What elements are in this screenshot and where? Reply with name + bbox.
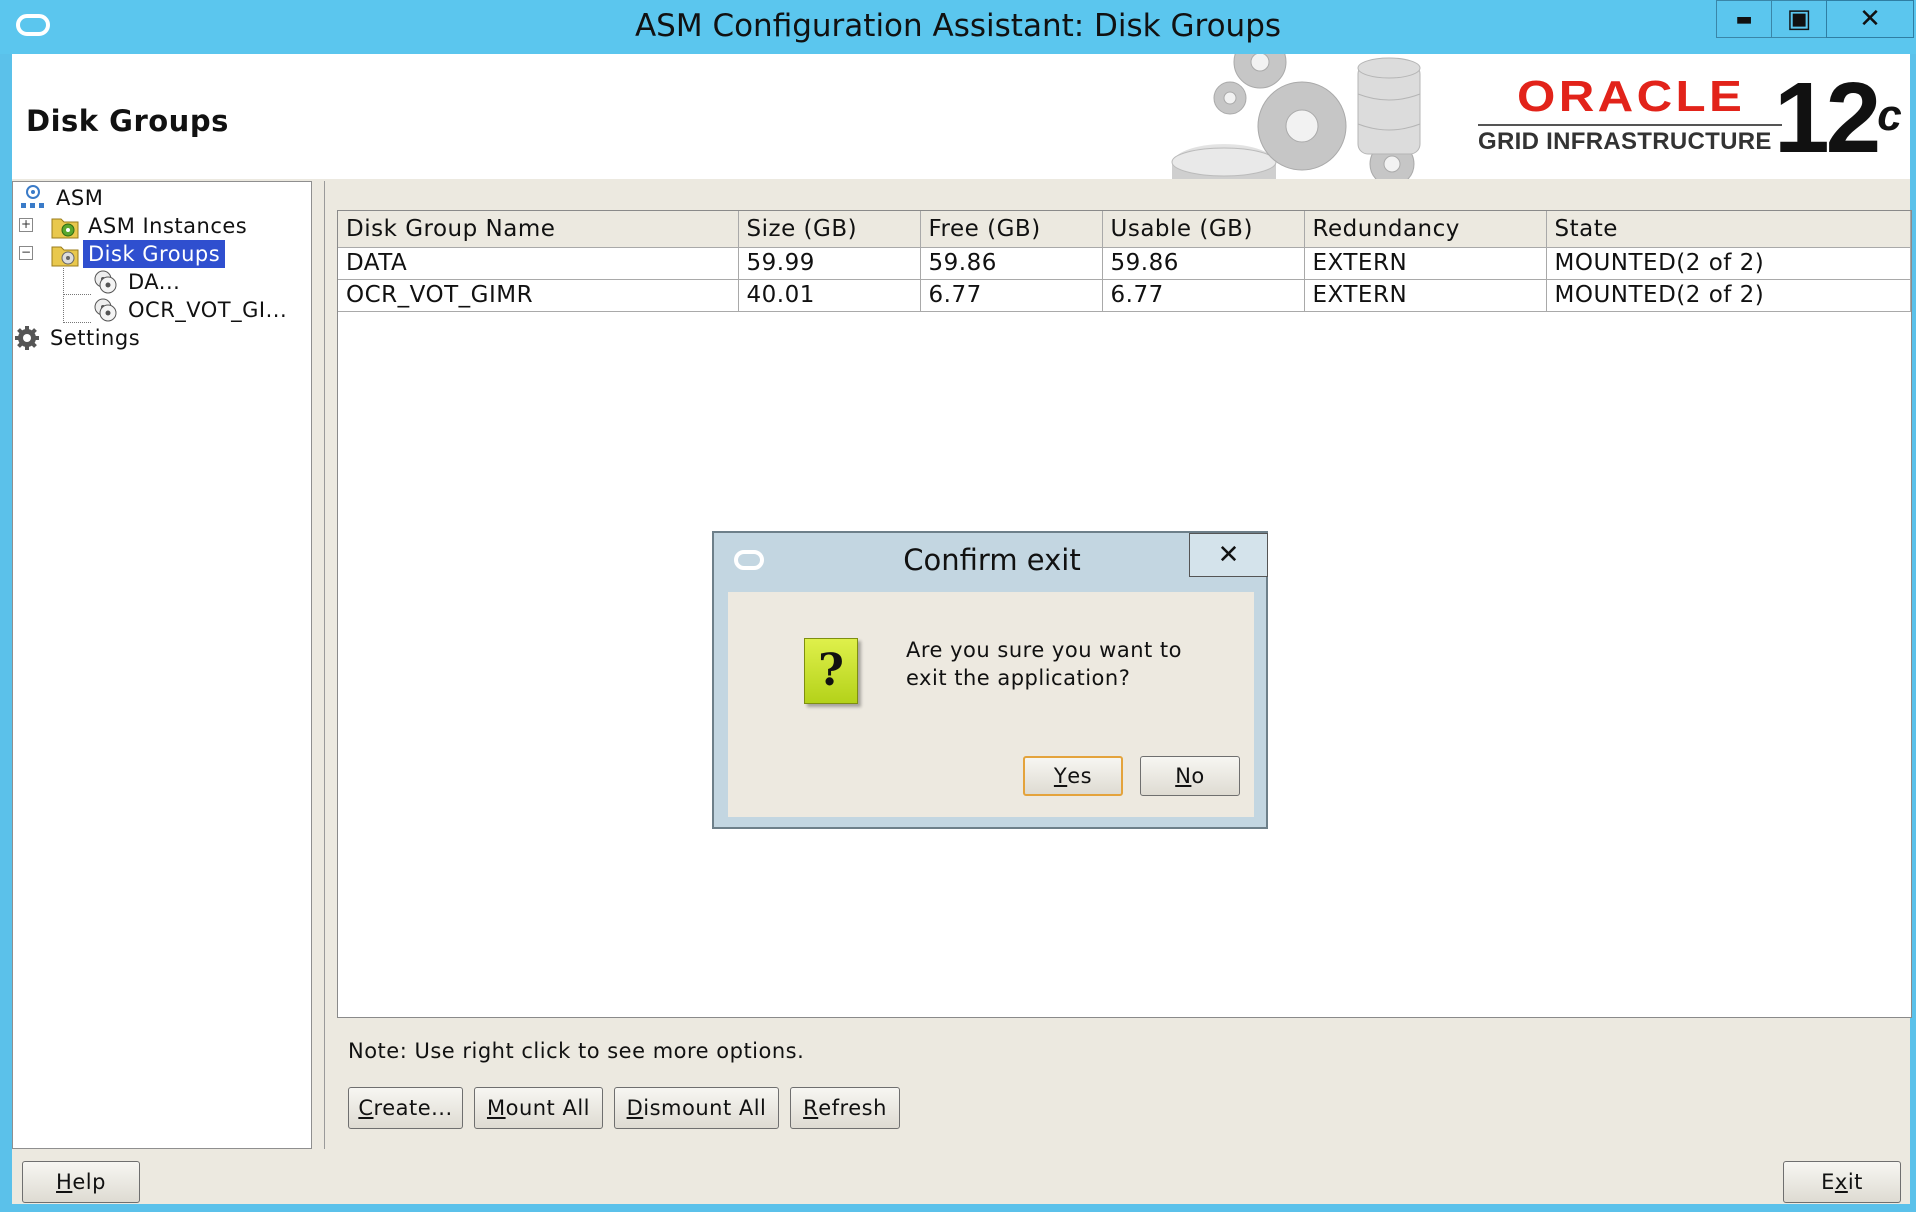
folder-disk-icon [51,246,79,267]
button-label: o [1191,764,1205,788]
table-cell: EXTERN [1304,247,1547,280]
version-number: 12 [1774,62,1881,174]
column-header[interactable]: State [1546,211,1911,248]
button-label: elp [72,1170,106,1194]
close-icon: ✕ [1859,4,1881,34]
close-icon: ✕ [1217,540,1240,570]
table-cell: 6.77 [920,279,1103,312]
button-label: ount All [505,1096,591,1120]
column-header[interactable]: Free (GB) [920,211,1103,248]
table-cell: 59.86 [1102,247,1305,280]
table-cell: 6.77 [1102,279,1305,312]
gear-icon [15,326,39,350]
dialog-close-button[interactable]: ✕ [1189,533,1268,577]
minimize-icon: ▬ [1735,8,1753,30]
table-cell: MOUNTED(2 of 2) [1546,247,1911,280]
mnemonic: C [358,1096,374,1120]
help-button[interactable]: Help [22,1161,140,1203]
tree-item-label: OCR_VOT_GI... [128,298,288,322]
button-label: ismount All [643,1096,767,1120]
maximize-button[interactable]: ▣ [1771,0,1827,38]
title-bar: ASM Configuration Assistant: Disk Groups… [0,0,1916,54]
asm-cluster-icon [21,185,44,208]
mnemonic: D [626,1096,644,1120]
confirm-exit-dialog: Confirm exit ✕ ? Are you sure you want t… [712,531,1268,829]
mnemonic: H [56,1170,73,1194]
header-banner: Disk Groups ORACLE GRID INFRASTRUCTURE 1… [12,54,1910,179]
table-cell: OCR_VOT_GIMR [338,279,739,312]
minimize-button[interactable]: ▬ [1716,0,1772,38]
collapse-icon[interactable]: − [19,246,33,260]
table-cell: DATA [338,247,739,280]
button-label: es [1067,764,1093,788]
button-label: E [1821,1170,1835,1194]
product-name: GRID INFRASTRUCTURE [1478,128,1772,155]
table-row[interactable]: DATA 59.99 59.86 59.86 EXTERN MOUNTED(2 … [338,247,1911,280]
column-header[interactable]: Usable (GB) [1102,211,1305,248]
version-badge: 12c [1774,68,1902,168]
exit-button[interactable]: Ex it [1783,1161,1901,1203]
mount-all-button[interactable]: Mount All [474,1087,603,1129]
table-cell: EXTERN [1304,279,1547,312]
mnemonic: M [486,1096,506,1120]
disk-group-icon [94,298,117,322]
main-window: Disk Groups ORACLE GRID INFRASTRUCTURE 1… [12,54,1912,1204]
logo-divider [1478,124,1782,126]
tree-item-label: Disk Groups [83,240,226,268]
tree-item-settings[interactable]: Settings [13,322,145,354]
column-header[interactable]: Size (GB) [738,211,921,248]
tree-item-label: ASM [56,186,104,210]
tree-connector [63,294,91,295]
page-title: Disk Groups [26,104,229,138]
table-row[interactable]: OCR_VOT_GIMR 40.01 6.77 6.77 EXTERN MOUN… [338,279,1911,312]
table-cell: 40.01 [738,279,921,312]
gears-illustration-icon [1171,54,1421,179]
mnemonic: Y [1053,764,1068,788]
close-window-button[interactable]: ✕ [1826,0,1914,38]
tree-item-label: ASM Instances [88,214,248,238]
table-cell: 59.86 [920,247,1103,280]
hint-text: Note: Use right click to see more option… [348,1039,805,1063]
folder-gear-icon [51,218,79,239]
dialog-title: Confirm exit [903,543,1081,577]
table-cell: MOUNTED(2 of 2) [1546,279,1911,312]
button-label: it [1847,1170,1863,1194]
window-title: ASM Configuration Assistant: Disk Groups [634,8,1282,44]
dialog-message: Are you sure you want to exit the applic… [906,638,1183,690]
button-label: reate... [373,1096,453,1120]
version-suffix: c [1877,91,1902,140]
disk-group-icon [94,270,117,294]
refresh-button[interactable]: Refresh [790,1087,900,1129]
question-icon: ? [804,638,858,704]
yes-button[interactable]: Yes [1023,756,1123,796]
dismount-all-button[interactable]: Dismount All [614,1087,779,1129]
table-cell: 59.99 [738,247,921,280]
oracle-logo: ORACLE [1517,72,1746,121]
no-button[interactable]: No [1140,756,1240,796]
create-button[interactable]: Create... [348,1087,463,1129]
column-header[interactable]: Disk Group Name [338,211,739,248]
button-label: efresh [818,1096,887,1120]
tree-item-label: Settings [50,326,141,350]
mnemonic: x [1834,1170,1848,1194]
panel-splitter[interactable] [324,181,327,1149]
tree-item-label: DA... [128,270,181,294]
tree-connector [63,268,64,323]
dialog-body: ? Are you sure you want to exit the appl… [728,592,1254,817]
table-header-row: Disk Group Name Size (GB) Free (GB) Usab… [338,211,1911,248]
mnemonic: N [1175,764,1192,788]
maximize-icon: ▣ [1786,4,1812,34]
column-header[interactable]: Redundancy [1304,211,1547,248]
navigation-tree: ASM + ASM Instances − Disk Groups DA... … [12,181,312,1149]
mnemonic: R [803,1096,819,1120]
expand-icon[interactable]: + [19,218,33,232]
